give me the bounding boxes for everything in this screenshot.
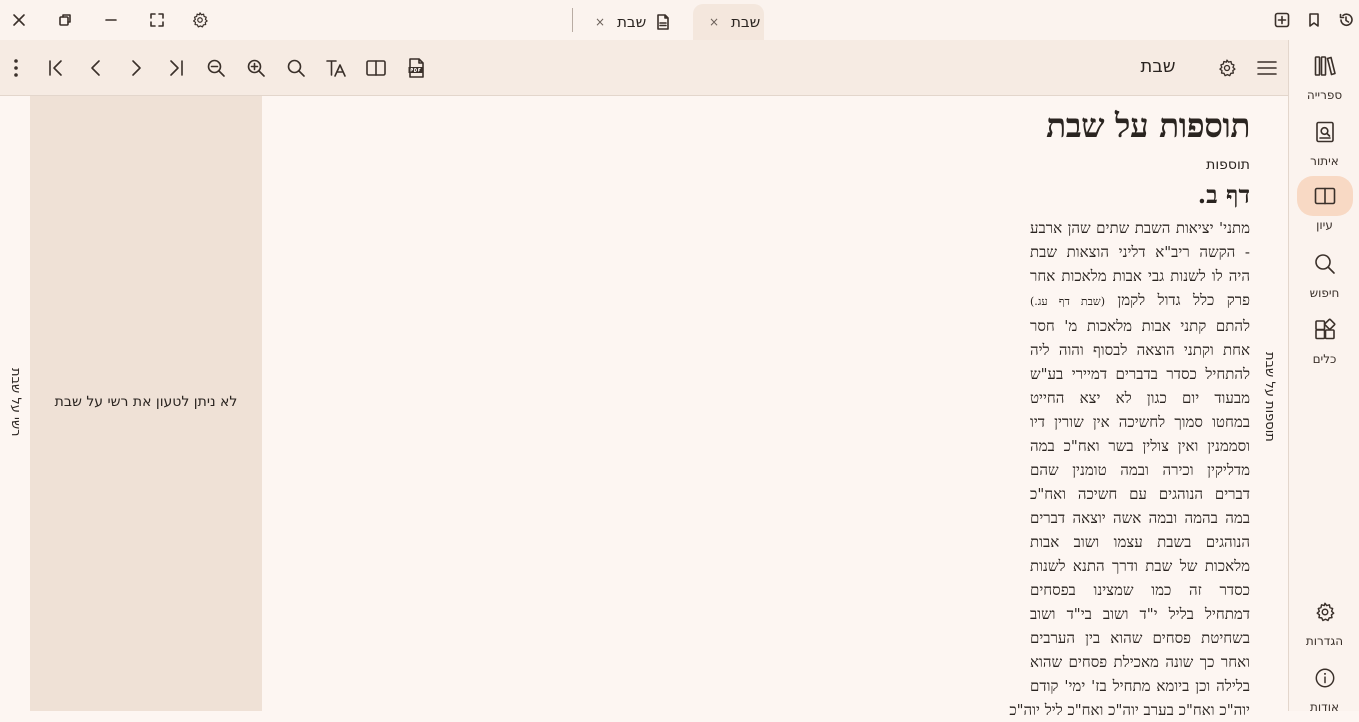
nav-item-study[interactable]: עיון xyxy=(1289,176,1359,238)
text-line: פרק כלל גדול לקמן (שבת דף עג.) xyxy=(1030,288,1250,314)
text-line: וסממנין ואין צולין בשר ואח"כ במה xyxy=(1030,437,1250,455)
pdf-file-icon xyxy=(656,14,670,30)
nav-label: ספרייה xyxy=(1306,88,1343,102)
text-line: ואחר כך שונה מאכילת פסחים שהוא xyxy=(1030,653,1250,671)
text-line: מבעוד יום כגון לא יצא החייט xyxy=(1030,389,1250,407)
tab-separator xyxy=(572,8,573,32)
tab-shabbat-pdf[interactable]: × שבת xyxy=(590,4,680,40)
text-line: היה לו לשנות גבי אבות מלאכות אחר xyxy=(1030,267,1250,285)
tab-label: שבת xyxy=(617,13,647,31)
text-line: להתחיל כסדר בדברים דמיירי בע"ש xyxy=(1030,365,1250,383)
body-text: מתני' יציאות השבת שתים שהן ארבע - הקשה ר… xyxy=(1009,216,1250,722)
nav-item-tools[interactable]: כלים xyxy=(1289,310,1359,372)
text-line: מדליקין וכירה ובמה טומנין שהם xyxy=(1030,461,1250,479)
nav-item-search[interactable]: חיפוש xyxy=(1289,244,1359,306)
bookmark-icon[interactable] xyxy=(1302,8,1326,32)
nav-label: הגדרות xyxy=(1305,634,1344,648)
text-line: במחטו סמוך לחשיכה אין שורין דיו xyxy=(1030,413,1250,431)
gear-icon xyxy=(1297,592,1353,632)
book-title: שבת xyxy=(1140,56,1176,77)
gear-icon[interactable] xyxy=(1215,56,1239,80)
text-line: יוה"כ ואח"כ בערב יוה"כ ואח"כ ליל יוה"כ xyxy=(1009,701,1250,719)
tab-shabbat[interactable]: × שבת xyxy=(693,4,764,40)
tab-close-icon[interactable]: × xyxy=(595,15,605,29)
tab-close-icon[interactable]: × xyxy=(709,15,719,29)
zoom-out-icon[interactable] xyxy=(204,56,228,80)
text-line: דמתחיל בליל י"ד ושוב בי"ד ושוב xyxy=(1030,605,1250,623)
nav-label: איתור xyxy=(1310,154,1339,168)
font-size-icon[interactable] xyxy=(324,56,348,80)
text-line: בשחיטת פסחים שהוא בין הערבים xyxy=(1030,629,1250,647)
nav-item-settings[interactable]: הגדרות xyxy=(1289,592,1359,654)
nav-item-library[interactable]: ספרייה xyxy=(1289,46,1359,108)
main-text-area: תוספות על שבת תוספות דף ב. מתני' יציאות … xyxy=(262,96,1262,719)
book-open-icon xyxy=(1296,176,1353,216)
last-page-icon[interactable] xyxy=(164,56,188,80)
book-heading: תוספות על שבת xyxy=(1046,106,1250,145)
library-icon xyxy=(1297,46,1353,86)
close-icon[interactable] xyxy=(7,8,31,32)
history-icon[interactable] xyxy=(1334,8,1358,32)
commentary-error-message: לא ניתן לטעון את רשי על שבת xyxy=(54,394,238,410)
more-vert-icon[interactable] xyxy=(4,56,28,80)
search-icon xyxy=(1297,244,1353,284)
gear-icon[interactable] xyxy=(188,8,212,32)
split-view-icon[interactable] xyxy=(364,56,388,80)
menu-icon[interactable] xyxy=(1255,56,1279,80)
daf-heading: דף ב. xyxy=(1197,180,1250,209)
text-line: הנוהגים בשבת עצמו ושוב אבות xyxy=(1030,533,1250,551)
zoom-in-icon[interactable] xyxy=(244,56,268,80)
text-line: - הקשה ריב"א דליני הוצאות שבת xyxy=(1030,243,1250,261)
minimize-icon[interactable] xyxy=(99,8,123,32)
tools-icon xyxy=(1297,310,1353,350)
text-line: דברים הנוהגים עם חשיכה ואח"כ xyxy=(1030,485,1250,503)
title-bar: × שבת × שבת xyxy=(0,0,1359,40)
side-tab-rashi[interactable]: רשי על שבת xyxy=(8,368,23,437)
text-line: מלאכות של שבת ודרך התנא לשנות xyxy=(1030,557,1250,575)
side-tab-tosafot[interactable]: תוספות על שבת xyxy=(1262,352,1277,442)
tab-label: שבת xyxy=(731,13,761,31)
text-line: מתני' יציאות השבת שתים שהן ארבע xyxy=(1030,219,1250,237)
reader-toolbar: שבת xyxy=(0,40,1288,96)
next-icon[interactable] xyxy=(124,56,148,80)
nav-label: עיון xyxy=(1316,218,1333,232)
restore-icon[interactable] xyxy=(53,8,77,32)
first-page-icon[interactable] xyxy=(44,56,68,80)
pdf-icon[interactable] xyxy=(404,56,428,80)
nav-label: אודות xyxy=(1310,700,1339,714)
add-tab-icon[interactable] xyxy=(1270,8,1294,32)
text-line: בלילה וכן ביומא מתחיל בז' ימי' קודם xyxy=(1030,677,1250,695)
nav-label: חיפוש xyxy=(1309,286,1340,300)
text-line: במה בהמה ובמה אשה יוצאה דברים xyxy=(1030,509,1250,527)
source-reference: (שבת דף עג.) xyxy=(1030,295,1105,308)
locate-icon xyxy=(1297,112,1353,152)
fullscreen-icon[interactable] xyxy=(145,8,169,32)
nav-label: כלים xyxy=(1312,352,1337,366)
book-subheading: תוספות xyxy=(1206,157,1250,173)
nav-item-locate[interactable]: איתור xyxy=(1289,112,1359,174)
text-line: כסדר זה כמו שמצינו בפסחים xyxy=(1030,581,1250,599)
navigation-rail: ספרייה איתור עיון חיפוש כלים הגדרות אודו… xyxy=(1288,40,1359,714)
text-fragment: פרק כלל גדול לקמן xyxy=(1117,291,1250,309)
info-icon xyxy=(1297,658,1353,698)
search-icon[interactable] xyxy=(284,56,308,80)
commentary-panel: לא ניתן לטעון את רשי על שבת xyxy=(30,96,262,711)
text-line: להתם קתני אבות מלאכות מ' חסר xyxy=(1030,317,1250,335)
prev-icon[interactable] xyxy=(84,56,108,80)
text-line: אחת וקתני הוצאה לבסוף והוה ליה xyxy=(1030,341,1250,359)
